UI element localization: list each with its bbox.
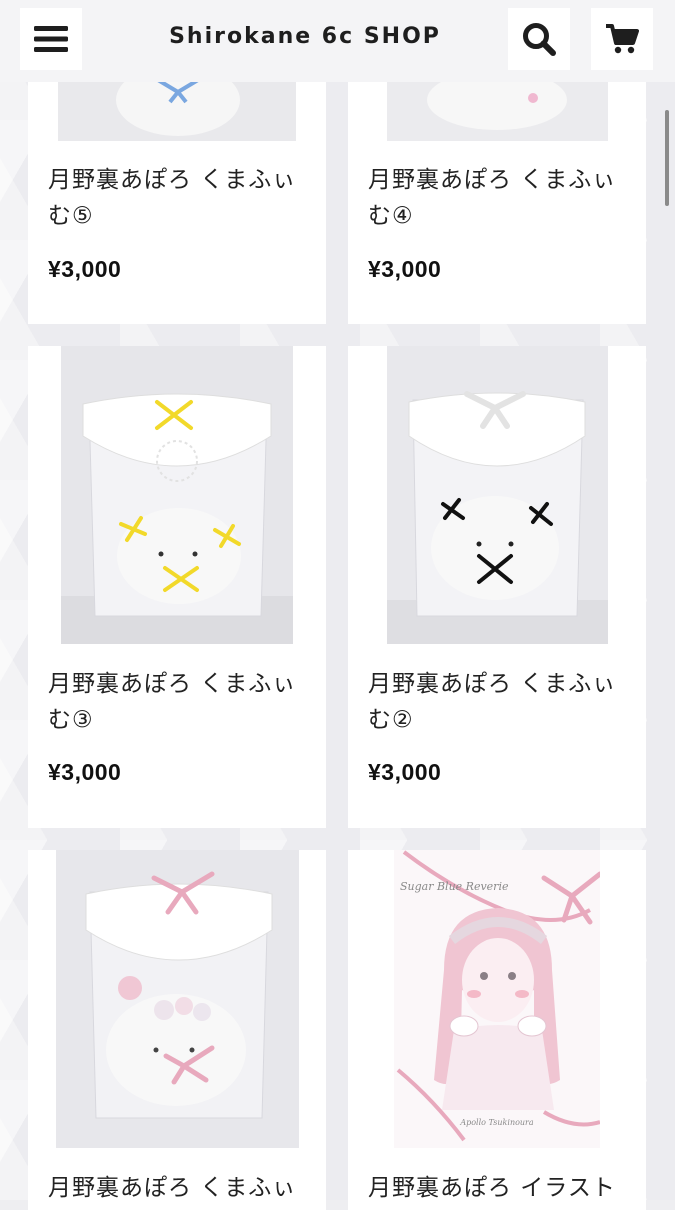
shop-title[interactable]: Shirokane 6c SHOP <box>110 24 500 49</box>
product-image[interactable] <box>387 346 608 644</box>
plush-bag-illustration <box>387 346 608 644</box>
hamburger-menu-icon <box>34 26 68 52</box>
product-card[interactable]: 月野裏あぽろ くまふぃ <box>28 850 326 1210</box>
product-name[interactable]: 月野裏あぽろ くまふぃ む③ <box>48 666 310 738</box>
product-card[interactable]: Sugar Blue Reverie Apollo Tsukinoura 月野裏… <box>348 850 646 1210</box>
artbook-cover-illustration <box>394 850 600 1148</box>
product-card[interactable]: 月野裏あぽろ くまふぃ む③ ¥3,000 <box>28 346 326 828</box>
product-image[interactable] <box>61 346 293 644</box>
product-card[interactable]: 月野裏あぽろ くまふぃ む⑤ ¥3,000 <box>28 40 326 324</box>
cart-icon <box>606 24 639 54</box>
plush-bag-illustration <box>56 850 299 1148</box>
product-price: ¥3,000 <box>48 256 122 282</box>
product-price: ¥3,000 <box>368 256 442 282</box>
product-name[interactable]: 月野裏あぽろ くまふぃ む⑤ <box>48 162 310 234</box>
product-image[interactable] <box>56 850 299 1148</box>
product-image[interactable]: Sugar Blue Reverie Apollo Tsukinoura <box>394 850 600 1148</box>
product-price: ¥3,000 <box>48 759 122 785</box>
cover-title: Sugar Blue Reverie <box>400 880 509 893</box>
product-name[interactable]: 月野裏あぽろ イラスト <box>368 1170 630 1206</box>
product-card[interactable]: 月野裏あぽろ くまふぃ む② ¥3,000 <box>348 346 646 828</box>
search-button[interactable] <box>508 8 570 70</box>
product-name[interactable]: 月野裏あぽろ くまふぃ む② <box>368 666 630 738</box>
product-card[interactable]: 月野裏あぽろ くまふぃ む④ ¥3,000 <box>348 40 646 324</box>
product-price: ¥3,000 <box>368 759 442 785</box>
plush-bag-illustration <box>61 346 293 644</box>
product-name[interactable]: 月野裏あぽろ くまふぃ <box>48 1170 310 1206</box>
product-name[interactable]: 月野裏あぽろ くまふぃ む④ <box>368 162 630 234</box>
cart-button[interactable] <box>591 8 653 70</box>
menu-button[interactable] <box>20 8 82 70</box>
search-icon <box>523 23 556 56</box>
site-header: Shirokane 6c SHOP <box>0 0 675 82</box>
scrollbar[interactable] <box>665 110 669 206</box>
cover-author: Apollo Tsukinoura <box>460 1118 534 1127</box>
